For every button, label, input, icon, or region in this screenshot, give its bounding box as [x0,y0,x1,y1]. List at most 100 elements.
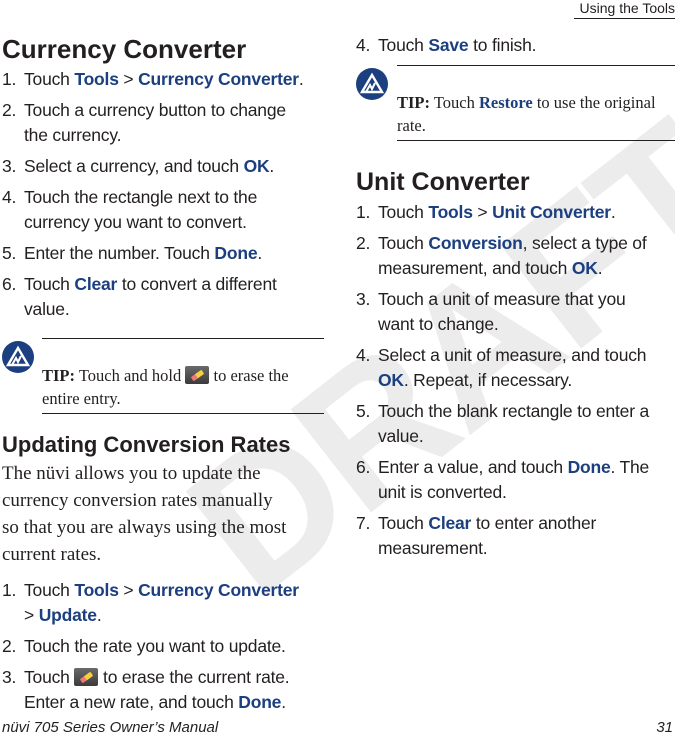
step-item: 2. Touch the rate you want to update. [2,634,324,659]
step-item: 4. Select a unit of measure, and touch OK… [356,343,675,393]
step-text: Touch [378,233,429,253]
keyword: Tools [74,69,119,89]
step-number: 3. [2,667,17,687]
step-text: Touch a unit of measure that you want to… [378,289,626,334]
step-item: 4. Touch the rectangle next to the curren… [2,185,324,235]
step-item: 3. Select a currency, and touch OK. [2,154,324,179]
step-item: 3. Touch a unit of measure that you want … [356,287,675,337]
step-number: 5. [2,243,17,263]
tip-text: Touch [430,93,479,112]
step-text: . [610,202,616,222]
tip-label: TIP: [42,366,75,385]
step-text: Touch [378,202,429,222]
step-text: Touch [24,69,75,89]
right-column: 4. Touch Save to finish. TIP: Touch Resto… [356,33,675,567]
step-number: 7. [356,513,371,533]
step-text: . [269,156,275,176]
keyword: Unit Converter [492,202,611,222]
keyword: OK [378,370,404,390]
step-item: 5. Touch the blank rectangle to enter a v… [356,399,675,449]
step-text: Touch [378,513,429,533]
step-text: Select a currency, and touch [24,156,244,176]
tip-icon [356,68,388,100]
step-item: 1. Touch Tools > Currency Converter > Upd… [2,578,324,628]
step-number: 2. [356,233,371,253]
step-number: 6. [2,274,17,294]
keyword: Clear [428,513,472,533]
currency-steps: 1. Touch Tools > Currency Converter. 2. Tou… [2,67,324,322]
tip-text: Touch and hold [75,366,186,385]
step-item: 1. Touch Tools > Currency Converter. [2,67,324,92]
step-item: 6. Enter a value, and touch Done. The uni… [356,455,675,505]
step-number: 5. [356,401,371,421]
step-text: > [118,69,139,89]
step-text: Select a unit of measure, and touch [378,345,647,365]
step-text: . [597,258,603,278]
updating-rates-heading: Updating Conversion Rates [2,432,291,457]
step-text: . [298,69,304,89]
step-text: to finish. [468,35,537,55]
step-item: 3. Touch to erase the current rate. Enter… [2,665,324,715]
footer-manual-title: nüvi 705 Series Owner’s Manual [2,719,219,736]
tip-restore: TIP: Touch Restore to use the original r… [356,65,675,141]
keyword: OK [571,258,598,278]
step-text: . [96,605,102,625]
keyword: Done [238,692,282,712]
eraser-icon [185,366,210,384]
running-header: Using the Tools [573,0,675,19]
step-text: . [257,243,263,263]
step-text: Enter the number. Touch [24,243,215,263]
tip-label: TIP: [397,93,430,112]
keyword: Currency Converter [138,69,299,89]
step-text: Enter a value, and touch [378,457,568,477]
step-number: 1. [356,202,371,222]
unit-converter-heading: Unit Converter [356,168,530,196]
step-number: 2. [2,100,17,120]
page-number: 31 [656,719,673,736]
step-number: 4. [356,35,371,55]
keyword: Update [38,605,97,625]
step-text: . Repeat, if necessary. [403,370,573,390]
step-number: 3. [356,289,371,309]
unit-steps: 1. Touch Tools > Unit Converter. 2. Touch C… [356,200,675,561]
step-item: 4. Touch Save to finish. [356,33,675,58]
keyword: Conversion [428,233,523,253]
currency-steps-continued: 4. Touch Save to finish. [356,33,675,58]
step-item: 5. Enter the number. Touch Done. [2,241,324,266]
step-number: 4. [2,187,17,207]
step-text: Touch the rectangle next to the currency… [24,187,258,232]
step-number: 4. [356,345,371,365]
step-text: Touch [24,580,75,600]
keyword: Currency Converter [138,580,299,600]
step-number: 2. [2,636,17,656]
updating-steps: 1. Touch Tools > Currency Converter > Upd… [2,578,324,715]
keyword: OK [243,156,270,176]
step-text: > [472,202,493,222]
step-item: 1. Touch Tools > Unit Converter. [356,200,675,225]
keyword: Done [214,243,258,263]
step-text: > [118,580,139,600]
keyword: Done [567,457,611,477]
keyword: Save [428,35,469,55]
step-item: 6. Touch Clear to convert a different val… [2,272,324,322]
step-text: Touch [24,667,75,687]
eraser-icon [74,668,99,686]
step-text: > [24,605,35,625]
restore-keyword: Restore [478,93,533,112]
step-number: 6. [356,457,371,477]
step-number: 3. [2,156,17,176]
step-text: . [281,692,286,712]
step-item: 2. Touch a currency button to change the … [2,98,324,148]
step-text: Touch a currency button to change the cu… [24,100,286,145]
step-number: 1. [2,69,17,89]
tip-erase: TIP: Touch and hold to erase the entire … [2,338,324,414]
left-column: Currency Converter 1. Touch Tools > Curre… [2,34,324,721]
step-number: 1. [2,580,17,600]
keyword: Tools [428,202,473,222]
updating-rates-body: The nüvi allows you to update the curren… [2,463,287,565]
step-item: 2. Touch Conversion, select a type of mea… [356,231,675,281]
keyword: Clear [74,274,118,294]
step-item: 7. Touch Clear to enter another measureme… [356,511,675,561]
tip-icon [2,341,34,373]
step-text: Touch [378,35,429,55]
